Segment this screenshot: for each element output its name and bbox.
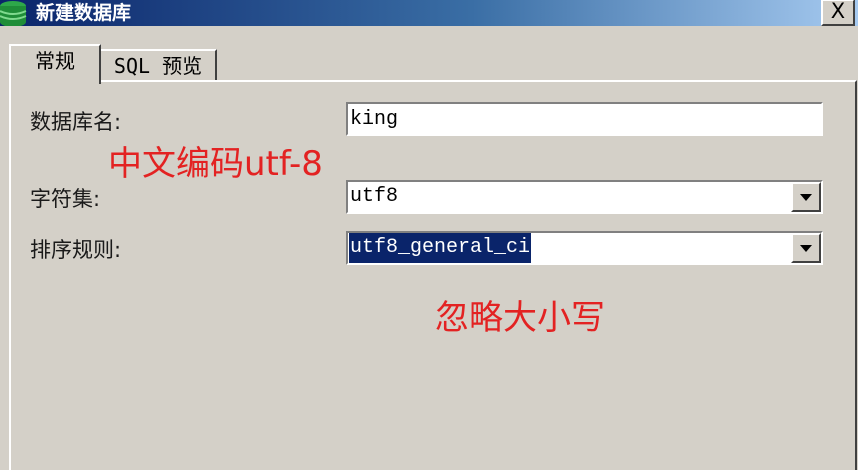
close-icon: X xyxy=(830,0,846,23)
chevron-down-icon xyxy=(800,194,812,201)
chevron-down-icon xyxy=(800,245,812,252)
charset-select[interactable]: utf8 xyxy=(346,180,823,214)
tab-general[interactable]: 常规 xyxy=(9,44,101,84)
window-title: 新建数据库 xyxy=(36,2,132,24)
collation-value: utf8_general_ci xyxy=(349,233,532,263)
db-name-label: 数据库名: xyxy=(30,110,122,134)
db-name-input[interactable] xyxy=(348,104,810,134)
charset-value: utf8 xyxy=(350,185,399,208)
close-button[interactable]: X xyxy=(821,0,855,26)
charset-annotation: 中文编码utf-8 xyxy=(108,144,323,184)
collation-select[interactable]: utf8_general_ci xyxy=(346,231,823,265)
tab-general-label: 常规 xyxy=(35,49,75,73)
collation-label: 排序规则: xyxy=(30,238,122,262)
charset-label: 字符集: xyxy=(30,187,101,211)
tab-sql-preview-label: SQL 预览 xyxy=(113,54,203,78)
tab-panel-general xyxy=(9,80,857,470)
charset-dropdown-button[interactable] xyxy=(791,182,821,212)
title-bar: 新建数据库 X xyxy=(0,0,858,26)
collation-annotation: 忽略大小写 xyxy=(435,298,605,338)
tab-sql-preview[interactable]: SQL 预览 xyxy=(101,49,217,80)
database-icon xyxy=(0,1,27,26)
db-name-field-frame xyxy=(346,102,823,136)
collation-dropdown-button[interactable] xyxy=(791,233,821,263)
